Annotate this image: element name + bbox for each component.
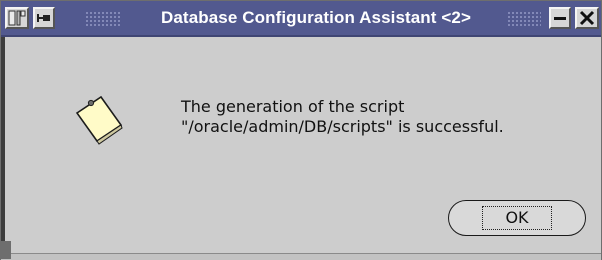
- close-button[interactable]: [575, 7, 599, 29]
- resize-corner[interactable]: [1, 241, 11, 259]
- close-icon: [579, 10, 595, 26]
- minimize-button[interactable]: [549, 7, 571, 29]
- window-bottom-edge: [1, 253, 601, 260]
- message-line-1: The generation of the script: [181, 97, 405, 116]
- title-bar[interactable]: Database Configuration Assistant <2>: [1, 1, 601, 37]
- dialog-window: Database Configuration Assistant <2> The…: [0, 0, 602, 260]
- note-icon: [75, 95, 123, 145]
- dialog-message: The generation of the script "/oracle/ad…: [181, 97, 504, 137]
- title-grip-right: [507, 11, 541, 27]
- minimize-icon: [554, 17, 566, 20]
- ok-button-label: OK: [482, 206, 552, 230]
- window-menu-button[interactable]: [5, 7, 29, 29]
- title-grip-left: [85, 11, 121, 27]
- pin-icon: [37, 14, 50, 22]
- pin-button[interactable]: [33, 7, 55, 29]
- message-line-2: "/oracle/admin/DB/scripts" is successful…: [181, 117, 504, 136]
- window-title: Database Configuration Assistant <2>: [161, 8, 471, 27]
- ok-button[interactable]: OK: [448, 200, 586, 236]
- window-left-edge: [1, 37, 5, 253]
- window-menu-icon: [8, 10, 26, 26]
